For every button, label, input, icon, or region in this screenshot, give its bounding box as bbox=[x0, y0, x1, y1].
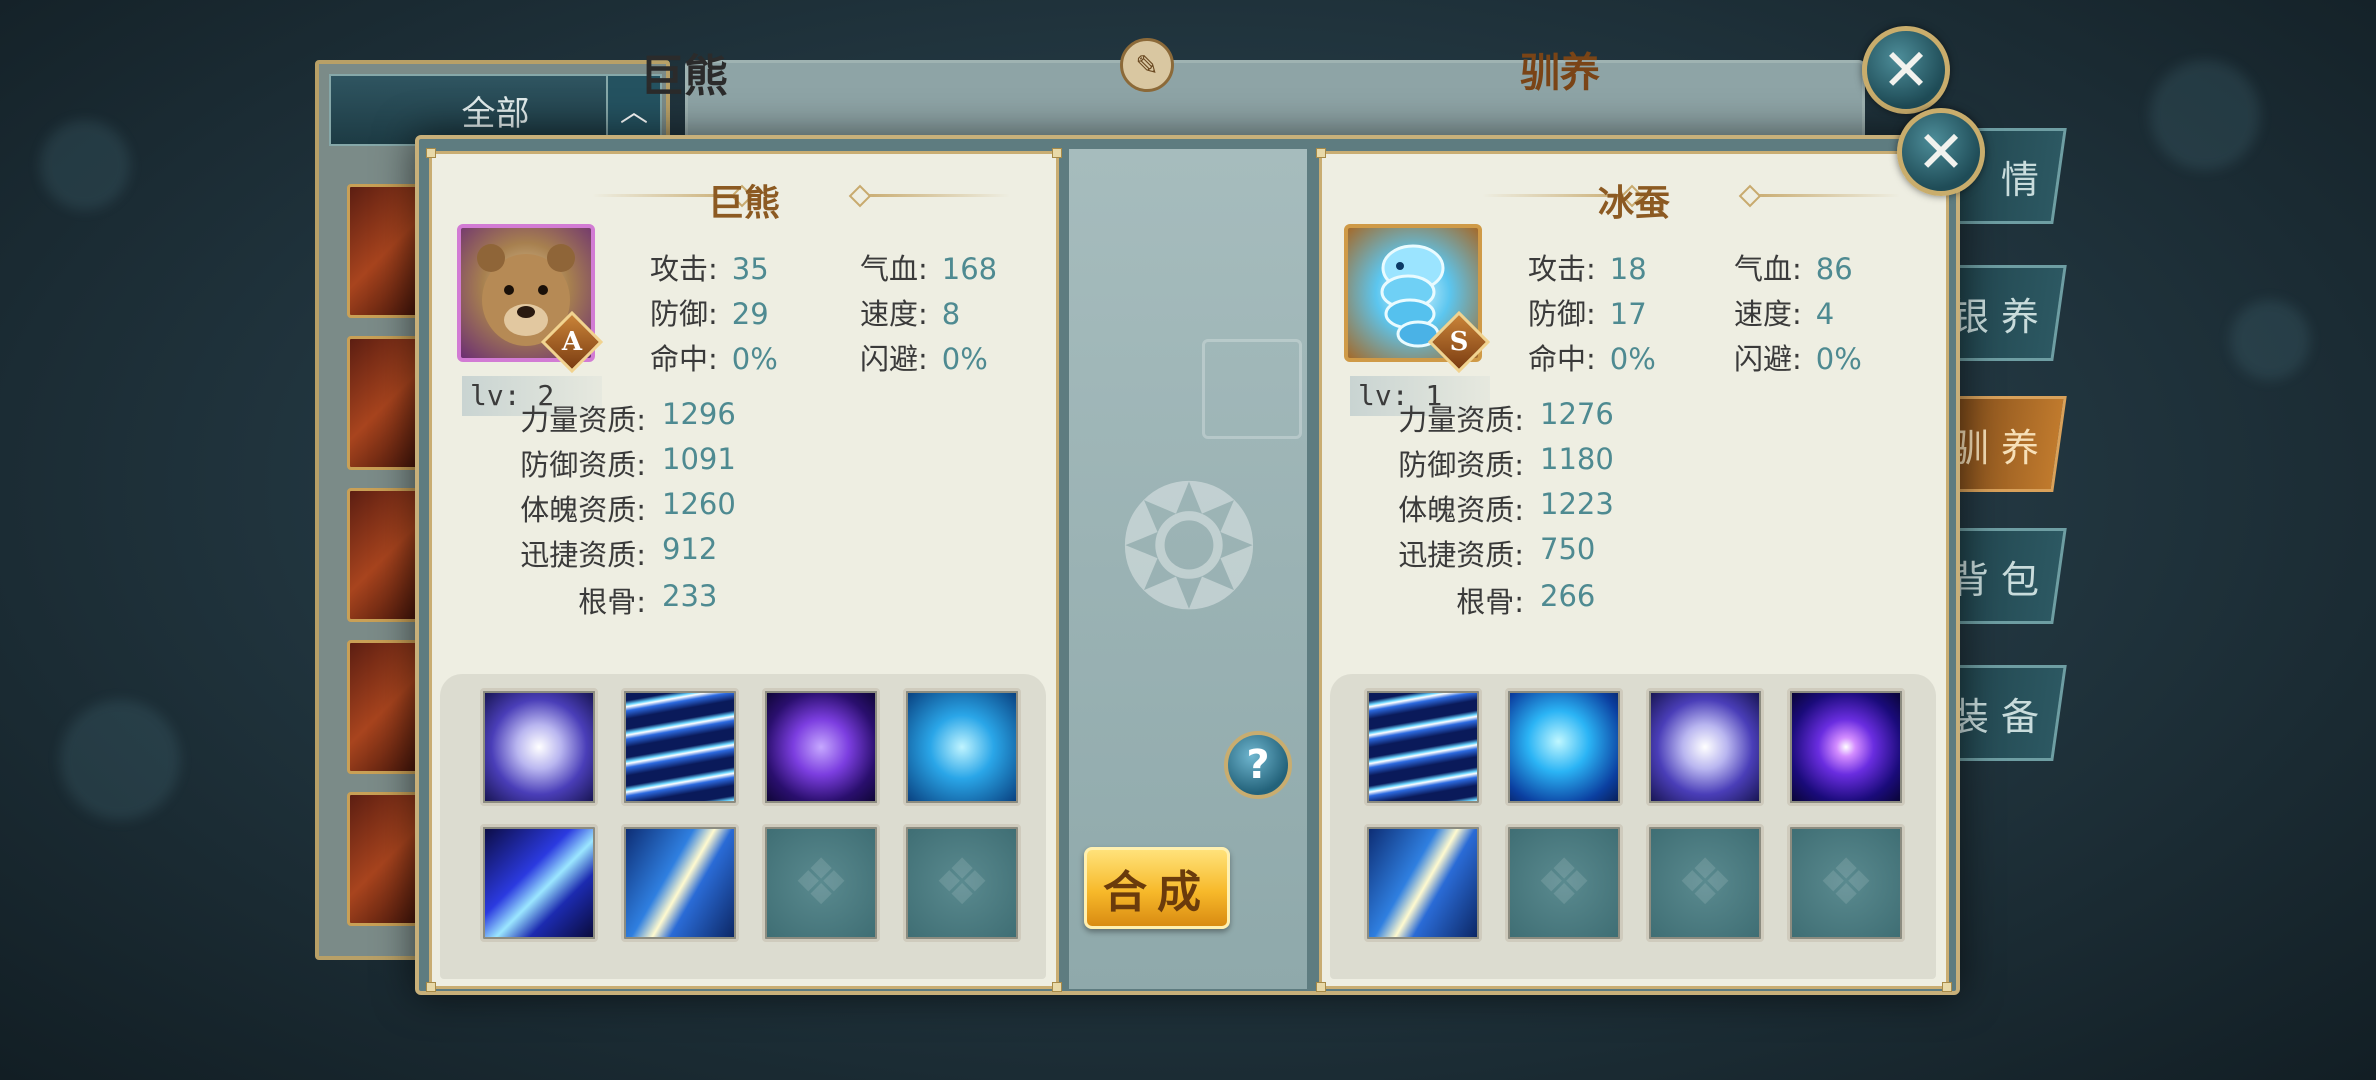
stat-hp: 气血: 86 bbox=[1734, 252, 1853, 286]
stat-attack: 攻击: 35 bbox=[650, 252, 769, 286]
skill-slot-chain[interactable] bbox=[903, 688, 1021, 806]
stat-hit: 命中: 0% bbox=[1528, 342, 1656, 376]
aptitude-constitution-value: 1223 bbox=[1540, 487, 1614, 521]
aptitude-constitution-value: 1260 bbox=[662, 487, 736, 521]
stat-hit: 命中: 0% bbox=[650, 342, 778, 376]
skill-slot-orb[interactable] bbox=[1646, 688, 1764, 806]
result-slot bbox=[1202, 339, 1302, 439]
aptitude-root-label: 根骨: bbox=[1456, 585, 1524, 619]
corner-ornament bbox=[1052, 148, 1062, 158]
stat-speed: 速度: 8 bbox=[860, 297, 961, 331]
skill-slot-beams[interactable] bbox=[621, 688, 739, 806]
skill-slot-orb[interactable] bbox=[480, 688, 598, 806]
aptitude-constitution-label: 体魄资质: bbox=[1398, 493, 1524, 527]
stat-defense: 防御: 17 bbox=[1528, 297, 1647, 331]
close-dialog-icon[interactable]: ✕ bbox=[1897, 108, 1985, 196]
skills-grid bbox=[440, 674, 1046, 979]
help-icon[interactable]: ? bbox=[1224, 731, 1292, 799]
skill-slot-claw[interactable] bbox=[480, 824, 598, 942]
aptitude-strength-value: 1296 bbox=[662, 397, 736, 431]
aptitude-defense-value: 1091 bbox=[662, 442, 736, 476]
bokeh-light bbox=[60, 700, 180, 820]
training-title: 驯养 bbox=[1520, 50, 1600, 96]
pet-card-right: 冰蚕 S lv: 1 攻击: 18 气血: 86 防御: 17 速度: 4 命中: 0% … bbox=[1316, 148, 1952, 992]
skill-slot-empty[interactable] bbox=[1646, 824, 1764, 942]
aptitude-defense-label: 防御资质: bbox=[520, 448, 646, 482]
aptitude-defense-value: 1180 bbox=[1540, 442, 1614, 476]
corner-ornament bbox=[1942, 982, 1952, 992]
bokeh-light bbox=[2230, 300, 2310, 380]
aptitude-root-value: 233 bbox=[662, 579, 718, 613]
corner-ornament bbox=[1052, 982, 1062, 992]
aptitude-strength-label: 力量资质: bbox=[1398, 403, 1524, 437]
skill-slot-empty[interactable] bbox=[1787, 824, 1905, 942]
skill-slot-vortex[interactable] bbox=[1787, 688, 1905, 806]
stat-attack: 攻击: 18 bbox=[1528, 252, 1647, 286]
aptitude-strength-label: 力量资质: bbox=[520, 403, 646, 437]
skill-slot-lightning[interactable] bbox=[1364, 824, 1482, 942]
corner-ornament bbox=[1316, 982, 1326, 992]
skill-slot-empty[interactable] bbox=[762, 824, 880, 942]
stat-speed: 速度: 4 bbox=[1734, 297, 1835, 331]
skill-slot-empty[interactable] bbox=[1505, 824, 1623, 942]
aptitude-root-value: 266 bbox=[1540, 579, 1596, 613]
skill-slot-empty[interactable] bbox=[903, 824, 1021, 942]
stat-dodge: 闪避: 0% bbox=[1734, 342, 1862, 376]
aptitude-constitution-label: 体魄资质: bbox=[520, 493, 646, 527]
stat-dodge: 闪避: 0% bbox=[860, 342, 988, 376]
corner-ornament bbox=[426, 148, 436, 158]
corner-ornament bbox=[1316, 148, 1326, 158]
skills-grid bbox=[1330, 674, 1936, 979]
bokeh-light bbox=[2150, 60, 2260, 170]
filter-label: 全部 bbox=[461, 93, 530, 134]
aptitude-root-label: 根骨: bbox=[578, 585, 646, 619]
aptitude-agility-value: 912 bbox=[662, 532, 718, 566]
aptitude-agility-label: 迅捷资质: bbox=[520, 538, 646, 572]
bokeh-light bbox=[40, 120, 130, 210]
pet-card-left: 巨熊 A lv: 2 攻击: 35 气血: 168 防御: 29 速度: 8 命中: 0%… bbox=[426, 148, 1062, 992]
dragon-emblem-icon: ❂ bbox=[1117, 450, 1261, 648]
skill-slot-beams[interactable] bbox=[1364, 688, 1482, 806]
pet-name: 冰蚕 bbox=[1597, 183, 1670, 224]
pet-name: 巨熊 bbox=[707, 183, 780, 224]
aptitude-agility-value: 750 bbox=[1540, 532, 1596, 566]
merge-button[interactable]: 合成 bbox=[1084, 847, 1230, 929]
skill-slot-pillar[interactable] bbox=[762, 688, 880, 806]
stat-hp: 气血: 168 bbox=[860, 252, 998, 286]
edit-name-icon[interactable]: ✎ bbox=[1120, 38, 1174, 92]
skill-slot-wolf[interactable] bbox=[1505, 688, 1623, 806]
background-pet-title: 巨熊 bbox=[640, 51, 728, 102]
aptitude-strength-value: 1276 bbox=[1540, 397, 1614, 431]
aptitude-agility-label: 迅捷资质: bbox=[1398, 538, 1524, 572]
corner-ornament bbox=[426, 982, 436, 992]
close-icon[interactable]: ✕ bbox=[1862, 26, 1950, 114]
pet-merge-dialog: ❂ 巨熊 A lv: 2 攻击: 35 气血: 168 防御: 29 速度: 8 命中:… bbox=[415, 135, 1960, 995]
skill-slot-lightning[interactable] bbox=[621, 824, 739, 942]
stat-defense: 防御: 29 bbox=[650, 297, 769, 331]
aptitude-defense-label: 防御资质: bbox=[1398, 448, 1524, 482]
